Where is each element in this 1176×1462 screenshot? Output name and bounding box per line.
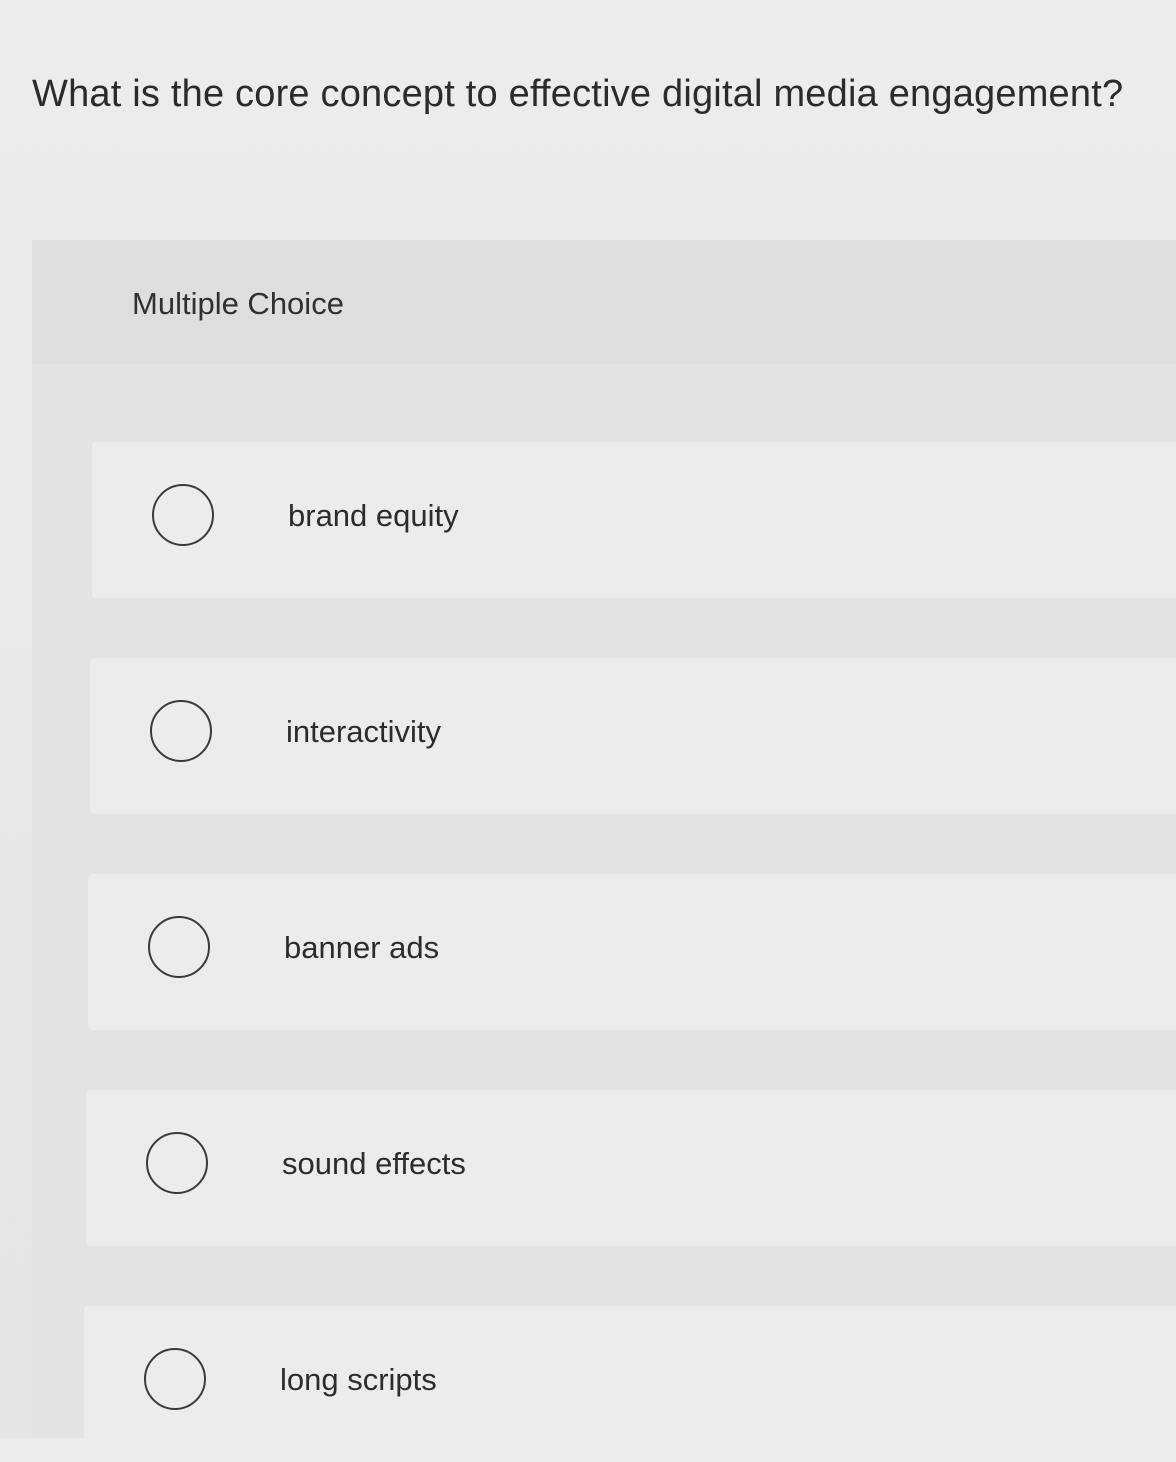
- multiple-choice-header: Multiple Choice: [32, 240, 1176, 364]
- option-interactivity[interactable]: interactivity: [90, 658, 1176, 814]
- option-long-scripts[interactable]: long scripts: [84, 1306, 1176, 1462]
- option-banner-ads[interactable]: banner ads: [88, 874, 1176, 1030]
- radio-button-icon[interactable]: [150, 700, 212, 762]
- option-label: long scripts: [280, 1362, 437, 1397]
- option-brand-equity[interactable]: brand equity: [92, 442, 1176, 598]
- option-label: banner ads: [284, 930, 440, 965]
- radio-button-icon[interactable]: [152, 484, 214, 546]
- radio-button-icon[interactable]: [148, 916, 210, 978]
- radio-button-icon[interactable]: [144, 1348, 206, 1410]
- option-label: interactivity: [286, 714, 442, 749]
- multiple-choice-panel: Multiple Choice brand equity interactivi…: [32, 240, 1176, 1462]
- radio-button-icon[interactable]: [146, 1132, 208, 1194]
- option-sound-effects[interactable]: sound effects: [86, 1090, 1176, 1246]
- option-label: brand equity: [288, 498, 459, 533]
- option-label: sound effects: [282, 1146, 466, 1181]
- multiple-choice-label: Multiple Choice: [132, 286, 344, 321]
- question-text: What is the core concept to effective di…: [32, 73, 1124, 115]
